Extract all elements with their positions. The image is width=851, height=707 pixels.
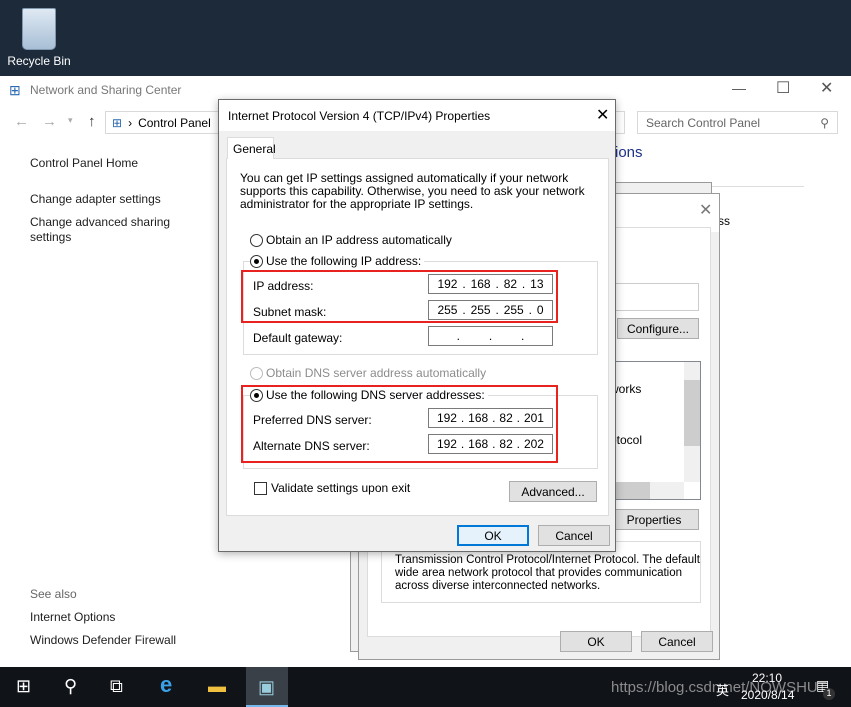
ip-label: IP address: <box>253 279 314 293</box>
search-input[interactable]: Search Control Panel ⚲ <box>637 111 838 134</box>
ethernet-ok-button[interactable]: OK <box>560 631 632 652</box>
properties-button[interactable]: Properties <box>609 509 699 530</box>
ethernet-cancel-button[interactable]: Cancel <box>641 631 713 652</box>
task-view-icon[interactable]: ⧉ <box>110 676 123 697</box>
start-icon[interactable]: ⊞ <box>16 676 31 697</box>
general-panel: You can get IP settings assigned automat… <box>226 158 609 516</box>
clock-time[interactable]: 22:10 <box>752 671 782 685</box>
network-icon: ⊞ <box>9 82 21 98</box>
see-also-heading: See also <box>30 587 77 601</box>
recycle-bin-icon <box>22 8 56 50</box>
minimize-button[interactable]: — <box>732 80 746 96</box>
close-button[interactable]: ✕ <box>820 78 833 98</box>
chevron-right-icon: › <box>128 115 133 130</box>
internet-options-link[interactable]: Internet Options <box>30 610 115 624</box>
control-panel-icon: ⊞ <box>112 115 123 130</box>
search-icon: ⚲ <box>820 115 829 130</box>
gateway-label: Default gateway: <box>253 331 343 345</box>
close-icon[interactable]: ✕ <box>596 105 609 125</box>
notification-badge: 1 <box>823 688 835 700</box>
file-explorer-icon[interactable]: ▬ <box>208 676 226 697</box>
preferred-dns-field[interactable]: 192. 168. 82. 201 <box>428 408 553 428</box>
ipv4-properties-dialog: Internet Protocol Version 4 (TCP/IPv4) P… <box>218 99 616 552</box>
clock-date[interactable]: 2020/8/14 <box>741 688 794 702</box>
ok-button[interactable]: OK <box>457 525 529 546</box>
sidebar-item-adapter[interactable]: Change adapter settings <box>30 192 161 206</box>
ime-indicator[interactable]: 英 <box>716 680 729 699</box>
close-icon[interactable]: ✕ <box>699 200 712 220</box>
cancel-button[interactable]: Cancel <box>538 525 610 546</box>
forward-button[interactable]: → <box>42 113 57 130</box>
ip-address-field[interactable]: 192. 168. 82. 13 <box>428 274 553 294</box>
connect-using-field: n <box>609 283 699 311</box>
mask-label: Subnet mask: <box>253 305 327 319</box>
recent-dropdown[interactable]: ▾ <box>68 115 73 126</box>
alt-dns-label: Alternate DNS server: <box>253 439 370 453</box>
default-gateway-field[interactable]: ... <box>428 326 553 346</box>
items-list[interactable]: works otocol <box>609 361 701 500</box>
control-panel-icon: ▣ <box>258 677 276 697</box>
vertical-scrollbar[interactable] <box>684 362 700 482</box>
validate-checkbox[interactable]: Validate settings upon exit <box>254 481 410 495</box>
use-ip-radio[interactable]: Use the following IP address: <box>250 254 425 269</box>
obtain-dns-auto-radio[interactable]: Obtain DNS server address automatically <box>250 366 486 381</box>
advanced-button[interactable]: Advanced... <box>509 481 597 502</box>
back-button[interactable]: ← <box>14 113 29 130</box>
subnet-mask-field[interactable]: 255. 255. 255. 0 <box>428 300 553 320</box>
dialog-title-bar: Internet Protocol Version 4 (TCP/IPv4) P… <box>219 100 615 131</box>
internet-explorer-icon[interactable]: e <box>160 672 172 698</box>
maximize-button[interactable]: ☐ <box>776 78 790 98</box>
up-button[interactable]: ↑ <box>88 113 96 130</box>
sidebar-item-sharing[interactable]: Change advanced sharing settings <box>30 215 180 245</box>
alternate-dns-field[interactable]: 192. 168. 82. 202 <box>428 434 553 454</box>
horizontal-scrollbar[interactable] <box>610 482 684 499</box>
sidebar-item-home[interactable]: Control Panel Home <box>30 156 138 170</box>
page-heading: ions <box>615 144 643 161</box>
recycle-bin[interactable]: Recycle Bin <box>6 8 72 68</box>
firewall-link[interactable]: Windows Defender Firewall <box>30 633 176 647</box>
use-dns-radio[interactable]: Use the following DNS server addresses: <box>250 388 488 403</box>
control-panel-taskbar-button[interactable]: ▣ <box>246 667 288 707</box>
tab-general[interactable]: General <box>227 137 276 159</box>
configure-button[interactable]: Configure... <box>617 318 699 339</box>
intro-text: You can get IP settings assigned automat… <box>240 171 585 211</box>
pref-dns-label: Preferred DNS server: <box>253 413 372 427</box>
obtain-ip-auto-radio[interactable]: Obtain an IP address automatically <box>250 233 452 248</box>
search-icon[interactable]: ⚲ <box>64 676 77 697</box>
